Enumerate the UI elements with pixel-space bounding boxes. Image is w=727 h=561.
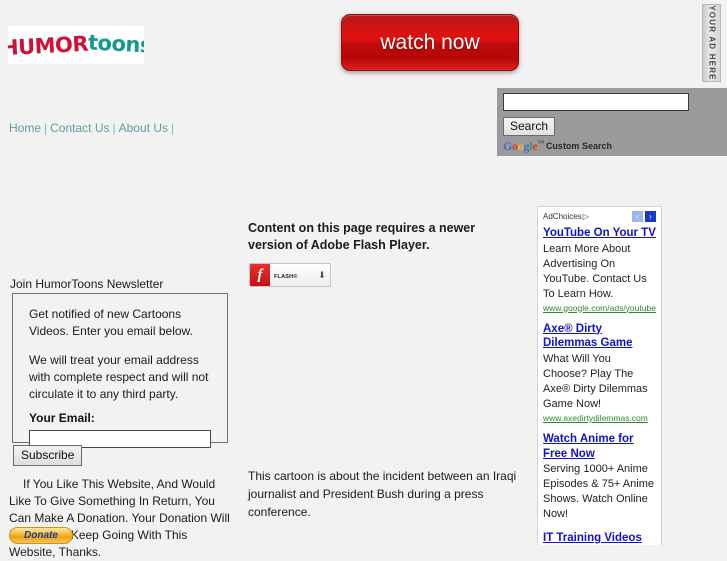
custom-search-label: Custom Search bbox=[545, 141, 612, 151]
ad-description: Learn More About Advertising On YouTube.… bbox=[543, 242, 647, 300]
ad-item: YouTube On Your TV Learn More About Adve… bbox=[543, 226, 656, 313]
get-adobe-flash-player-button[interactable]: f Get ADOBE® FLASH® PLAYER ⬇ bbox=[249, 263, 331, 287]
page-root: HUMORtoons watch now YOUR AD HERE Home | C… bbox=[0, 0, 727, 559]
ad-title-link[interactable]: IT Training Videos bbox=[543, 531, 656, 545]
ad-next-arrow-icon[interactable]: › bbox=[645, 211, 656, 222]
flash-badge-line2: FLASH® PLAYER bbox=[274, 274, 298, 281]
nav-item-contact-us[interactable]: Contact Us bbox=[50, 121, 109, 135]
google-branding: Google™ Custom Search bbox=[503, 139, 612, 153]
ad-prev-arrow-icon[interactable]: ‹ bbox=[632, 211, 643, 222]
watch-now-button[interactable]: watch now bbox=[341, 14, 519, 71]
email-field-label: Your Email: bbox=[29, 411, 95, 426]
flash-badge-get: Get bbox=[274, 263, 286, 267]
your-ad-here-label: YOUR AD HERE bbox=[707, 5, 716, 81]
your-ad-here-banner[interactable]: YOUR AD HERE bbox=[702, 4, 721, 82]
ad-url-link[interactable]: www.axedirtydilemmas.com bbox=[543, 413, 656, 423]
adchoices-icon: ▷ bbox=[582, 212, 589, 221]
adchoices-text: AdChoices bbox=[543, 212, 582, 221]
search-input[interactable] bbox=[503, 93, 689, 111]
main-navigation: Home | Contact Us | About Us | bbox=[9, 121, 177, 135]
adchoices-label[interactable]: AdChoices▷ bbox=[543, 212, 589, 221]
newsletter-paragraph-1: Get notified of new Cartoons Videos. Ent… bbox=[29, 307, 193, 339]
google-logo: Google™ bbox=[503, 139, 544, 153]
ad-title-link[interactable]: YouTube On Your TV bbox=[543, 226, 656, 241]
subscribe-button[interactable]: Subscribe bbox=[13, 445, 83, 466]
ad-title-link[interactable]: Axe® Dirty Dilemmas Game bbox=[543, 322, 656, 351]
ad-item: IT Training Videos Comprehensive Trainin… bbox=[543, 531, 656, 545]
logo-text-toons: toons bbox=[87, 29, 144, 58]
newsletter-signup-box: Get notified of new Cartoons Videos. Ent… bbox=[12, 293, 228, 449]
nav-separator-2: | bbox=[112, 121, 116, 135]
flash-logo-icon: f bbox=[250, 264, 270, 286]
site-logo[interactable]: HUMORtoons bbox=[8, 26, 144, 64]
adchoices-row: AdChoices▷ ‹ › bbox=[543, 210, 656, 223]
nav-separator-1: | bbox=[44, 121, 48, 135]
flash-badge-line1: Get ADOBE® bbox=[274, 263, 311, 267]
ad-item: Watch Anime for Free Now Serving 1000+ A… bbox=[543, 432, 656, 522]
download-arrow-icon: ⬇ bbox=[318, 269, 326, 280]
flash-badge-text: Get ADOBE® FLASH® PLAYER bbox=[274, 263, 317, 286]
newsletter-paragraph-2: We will treat your email address with co… bbox=[29, 353, 209, 402]
nav-item-home[interactable]: Home bbox=[9, 121, 41, 135]
ad-description: What Will You Choose? Play The Axe® Dirt… bbox=[543, 352, 648, 410]
logo-text-humor: HUMOR bbox=[8, 31, 89, 60]
donate-button[interactable]: Donate bbox=[9, 527, 73, 544]
nav-separator-3: | bbox=[170, 121, 175, 135]
site-logo-text: HUMORtoons bbox=[8, 29, 144, 60]
search-button[interactable]: Search bbox=[503, 117, 556, 136]
donation-text: If You Like This Website, And Would Like… bbox=[9, 477, 230, 560]
flash-required-message: Content on this page requires a newer ve… bbox=[248, 221, 476, 252]
cartoon-caption: This cartoon is about the incident betwe… bbox=[248, 469, 517, 519]
ad-url-link[interactable]: www.google.com/ads/youtube bbox=[543, 303, 656, 313]
google-letter-g1: G bbox=[503, 139, 513, 153]
nav-item-about-us[interactable]: About Us bbox=[119, 121, 168, 135]
flash-badge-adobe: ADOBE® bbox=[285, 263, 311, 267]
google-custom-search-panel: Search Google™ Custom Search bbox=[497, 88, 727, 156]
ad-title-link[interactable]: Watch Anime for Free Now bbox=[543, 432, 656, 461]
newsletter-title: Join HumorToons Newsletter bbox=[10, 277, 164, 291]
ad-description: Serving 1000+ Anime Episodes & 75+ Anime… bbox=[543, 463, 654, 521]
trademark-symbol: ™ bbox=[537, 139, 544, 147]
ad-pagination-arrows: ‹ › bbox=[632, 211, 656, 222]
ad-item: Axe® Dirty Dilemmas Game What Will You C… bbox=[543, 322, 656, 423]
google-ads-panel: AdChoices▷ ‹ › YouTube On Your TV Learn … bbox=[537, 206, 662, 545]
